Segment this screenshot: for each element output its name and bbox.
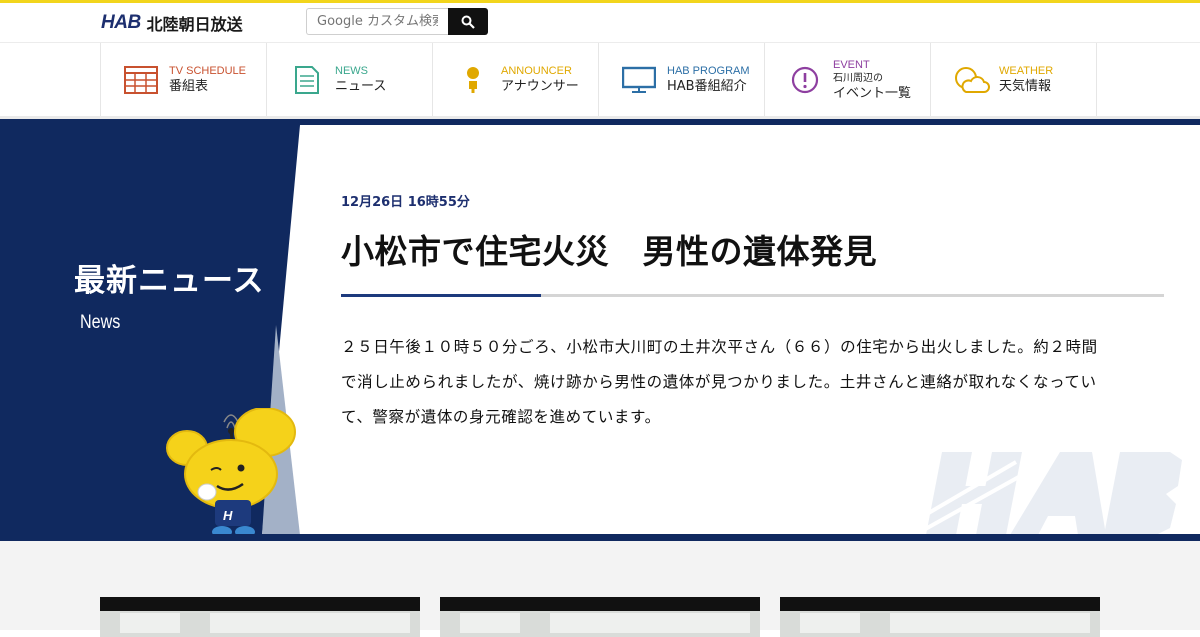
nav-label-jp: ニュース — [335, 79, 387, 94]
logo-mark: HAB — [101, 12, 141, 33]
section-subtitle: News — [80, 312, 121, 333]
nav-news[interactable]: NEWS ニュース — [267, 43, 433, 117]
article-date: 12月26日 16時55分 — [341, 195, 470, 210]
svg-text:H: H — [223, 508, 233, 523]
nav-label-jp-small: 石川周辺の — [833, 72, 883, 84]
news-card-thumbnail — [100, 611, 420, 637]
nav-announcer[interactable]: ANNOUNCER アナウンサー — [433, 43, 599, 117]
tv-schedule-icon — [121, 60, 161, 100]
hero-bottom-bar — [0, 534, 1200, 541]
nav-label-jp: イベント一覧 — [833, 85, 912, 101]
hab-watermark-logo — [920, 452, 1182, 535]
article-headline: 小松市で住宅火災 男性の遺体発見 — [341, 232, 877, 271]
related-news-section — [0, 541, 1200, 637]
search-box — [306, 8, 488, 35]
nav-label-en: NEWS — [335, 65, 368, 77]
nav-label-en: ANNOUNCER — [501, 65, 572, 77]
news-hero: 最新ニュース News H 12月26日 16時55分 小松市で住宅火災 男性の… — [0, 125, 1200, 535]
nav-label-en: EVENT — [833, 58, 870, 71]
site-header: HAB 北陸朝日放送 — [0, 3, 1200, 41]
search-icon — [461, 15, 475, 29]
news-card-thumbnail — [780, 611, 1100, 637]
mascot-character: H — [166, 408, 296, 535]
nav-event[interactable]: EVENT 石川周辺の イベント一覧 — [765, 43, 931, 117]
news-document-icon — [287, 60, 327, 100]
weather-sun-cloud-icon — [951, 60, 991, 100]
news-card-thumbnail — [440, 611, 760, 637]
article-body: ２５日午後１０時５０分ごろ、小松市大川町の土井次平さん（６６）の住宅から出火しま… — [341, 338, 1098, 426]
announcer-person-icon — [453, 60, 493, 100]
nav-label-en: HAB PROGRAM — [667, 65, 750, 77]
nav-label-jp: 番組表 — [169, 79, 209, 94]
nav-label-jp: 天気情報 — [999, 79, 1052, 94]
search-input[interactable] — [306, 8, 448, 35]
nav-label-en: WEATHER — [999, 65, 1054, 77]
nav-hab-program[interactable]: HAB PROGRAM HAB番組紹介 — [599, 43, 765, 117]
headline-divider-accent — [341, 294, 541, 297]
exclamation-circle-icon — [785, 60, 825, 100]
nav-tv-schedule[interactable]: TV SCHEDULE 番組表 — [101, 43, 267, 117]
news-card[interactable] — [440, 597, 760, 637]
site-logo[interactable]: HAB 北陸朝日放送 — [101, 12, 243, 34]
nav-weather[interactable]: WEATHER 天気情報 — [931, 43, 1097, 117]
tv-monitor-icon — [619, 60, 659, 100]
logo-name: 北陸朝日放送 — [146, 15, 243, 34]
nav-label-jp: HAB番組紹介 — [667, 79, 747, 94]
nav-label-jp: アナウンサー — [501, 79, 579, 94]
section-title: 最新ニュース — [74, 263, 265, 299]
news-card[interactable] — [100, 597, 420, 637]
main-navigation: TV SCHEDULE 番組表 NEWS ニュース ANNOUNCER アナウン… — [0, 42, 1200, 118]
nav-label-en: TV SCHEDULE — [169, 65, 247, 77]
news-card[interactable] — [780, 597, 1100, 637]
search-button[interactable] — [448, 8, 488, 35]
